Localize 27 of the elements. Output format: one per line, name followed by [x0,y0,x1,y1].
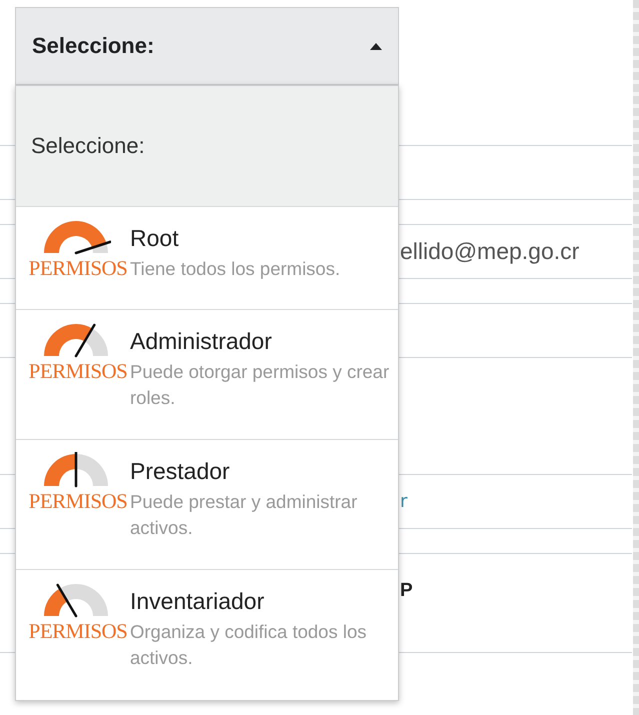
logo-text: PERMISOS [28,359,128,383]
option-description: Tiene todos los permisos. [130,257,340,281]
email-text: ellido@mep.go.cr [400,238,580,265]
option-title: Administrador [130,328,273,355]
gauge-icon [41,582,111,620]
option-description: Puede prestar y administrar activos. [130,490,358,540]
dropdown-option[interactable]: Seleccione: [16,86,398,207]
option-title: Inventariador [130,588,266,615]
gauge-icon [41,322,111,360]
logo-text: PERMISOS [28,256,128,280]
role-select[interactable]: Seleccione: [15,7,399,85]
logo-text: PERMISOS [28,619,128,643]
option-title: Prestador [130,458,231,485]
option-description: Puede otorgar permisos y crear roles. [130,360,390,410]
link-text[interactable]: r [400,491,408,512]
column-heading: P [400,580,413,602]
logo-text: PERMISOS [28,489,128,513]
gauge-icon [41,219,111,257]
caret-icon [370,42,382,50]
gauge-icon [41,452,111,490]
option-description: Organiza y codifica todos los activos. [130,620,368,670]
dropdown-option[interactable]: PERMISOS Inventariador Organiza y codifica todos los activos. [16,570,398,700]
dropdown-option[interactable]: PERMISOS Root Tiene todos los permisos. [16,207,398,310]
dropdown-option[interactable]: PERMISOS Prestador Puede prestar y administrar activos. [16,440,398,570]
option-title: Root [130,225,180,252]
scrollbar[interactable] [633,0,639,715]
dropdown-option[interactable]: PERMISOS Administrador Puede otorgar permisos y crear roles. [16,310,398,440]
